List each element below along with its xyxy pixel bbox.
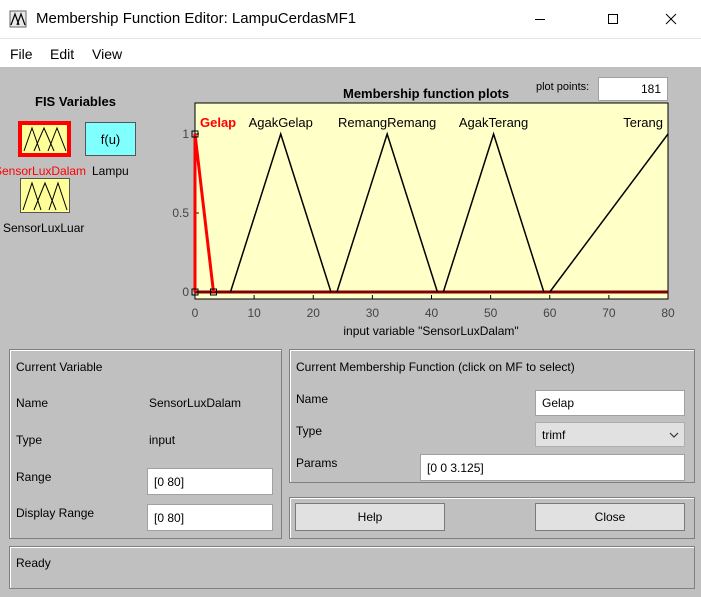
input-variable-label: SensorLuxLuar — [3, 221, 85, 235]
matlab-app-icon — [9, 10, 27, 28]
current-mf-title: Current Membership Function (click on MF… — [296, 360, 575, 374]
close-icon — [665, 13, 677, 25]
variable-type-value: input — [149, 433, 176, 447]
minimize-button[interactable] — [517, 0, 563, 38]
mf-label: AgakTerang — [459, 115, 528, 130]
x-tick-label: 30 — [366, 306, 380, 320]
y-tick-label: 0 — [182, 285, 189, 299]
maximize-button[interactable] — [590, 0, 636, 38]
mf-type-value: trimf — [542, 427, 566, 442]
x-tick-label: 0 — [192, 306, 199, 320]
menu-view[interactable]: View — [92, 46, 122, 62]
status-panel — [9, 546, 695, 589]
type-label: Type — [16, 433, 43, 447]
mf-label: RemangRemang — [338, 115, 436, 130]
mf-label: Gelap — [200, 115, 236, 130]
x-tick-label: 50 — [484, 306, 498, 320]
input-variable-label: SensorLuxDalam — [0, 164, 87, 178]
output-variable-label: Lampu — [92, 164, 129, 178]
membership-function-plot[interactable]: 0 0.5 1 0 10 20 30 40 50 60 70 80 Gelap AgakGelap Re… — [170, 98, 690, 343]
mf-name-input[interactable]: Gelap — [535, 390, 685, 416]
display-range-input[interactable]: [0 80] — [147, 504, 273, 531]
x-tick-label: 40 — [425, 306, 439, 320]
x-tick-label: 10 — [247, 306, 261, 320]
params-label: Params — [296, 456, 338, 470]
range-input[interactable]: [0 80] — [147, 468, 273, 495]
range-label: Range — [16, 470, 52, 484]
menu-edit[interactable]: Edit — [50, 46, 74, 62]
params-input[interactable]: [0 0 3.125] — [420, 454, 685, 481]
input-variable-sensorluxdalam[interactable] — [18, 121, 71, 157]
variable-name-value: SensorLuxDalam — [149, 396, 242, 410]
x-tick-label: 70 — [602, 306, 616, 320]
close-window-button[interactable] — [648, 0, 694, 38]
chevron-down-icon — [669, 432, 679, 438]
output-symbol: f(u) — [100, 131, 121, 147]
title-bar: Membership Function Editor: LampuCerdasM… — [0, 0, 701, 39]
mf-type-select[interactable]: trimf — [535, 422, 685, 447]
window-title: Membership Function Editor: LampuCerdasM… — [36, 10, 357, 27]
menu-file[interactable]: File — [10, 46, 33, 62]
mf-label: Terang — [623, 115, 663, 130]
y-tick-label: 0.5 — [172, 206, 189, 220]
mf-label: AgakGelap — [249, 115, 313, 130]
fis-variables-title: FIS Variables — [35, 94, 116, 109]
name-label: Name — [16, 396, 49, 410]
membership-icon — [23, 126, 67, 152]
x-axis-label: input variable "SensorLuxDalam" — [343, 324, 518, 338]
display-range-label: Display Range — [16, 506, 95, 520]
x-tick-label: 60 — [543, 306, 557, 320]
menu-bar: File Edit View — [0, 39, 701, 67]
output-variable-lampu[interactable]: f(u) — [85, 122, 136, 156]
maximize-icon — [608, 14, 618, 24]
y-tick-label: 1 — [182, 127, 189, 141]
membership-icon — [22, 181, 68, 211]
mf-type-label: Type — [296, 424, 323, 438]
minimize-icon — [535, 19, 545, 20]
x-tick-label: 20 — [307, 306, 321, 320]
close-button[interactable]: Close — [535, 503, 685, 531]
mf-name-label: Name — [296, 392, 329, 406]
help-button[interactable]: Help — [295, 503, 445, 531]
x-tick-label: 80 — [661, 306, 675, 320]
status-text: Ready — [16, 556, 51, 570]
current-variable-title: Current Variable — [16, 360, 103, 374]
input-variable-sensorluxluar[interactable] — [20, 178, 70, 213]
plot-area — [194, 102, 669, 300]
plot-points-label: plot points: — [536, 81, 590, 93]
